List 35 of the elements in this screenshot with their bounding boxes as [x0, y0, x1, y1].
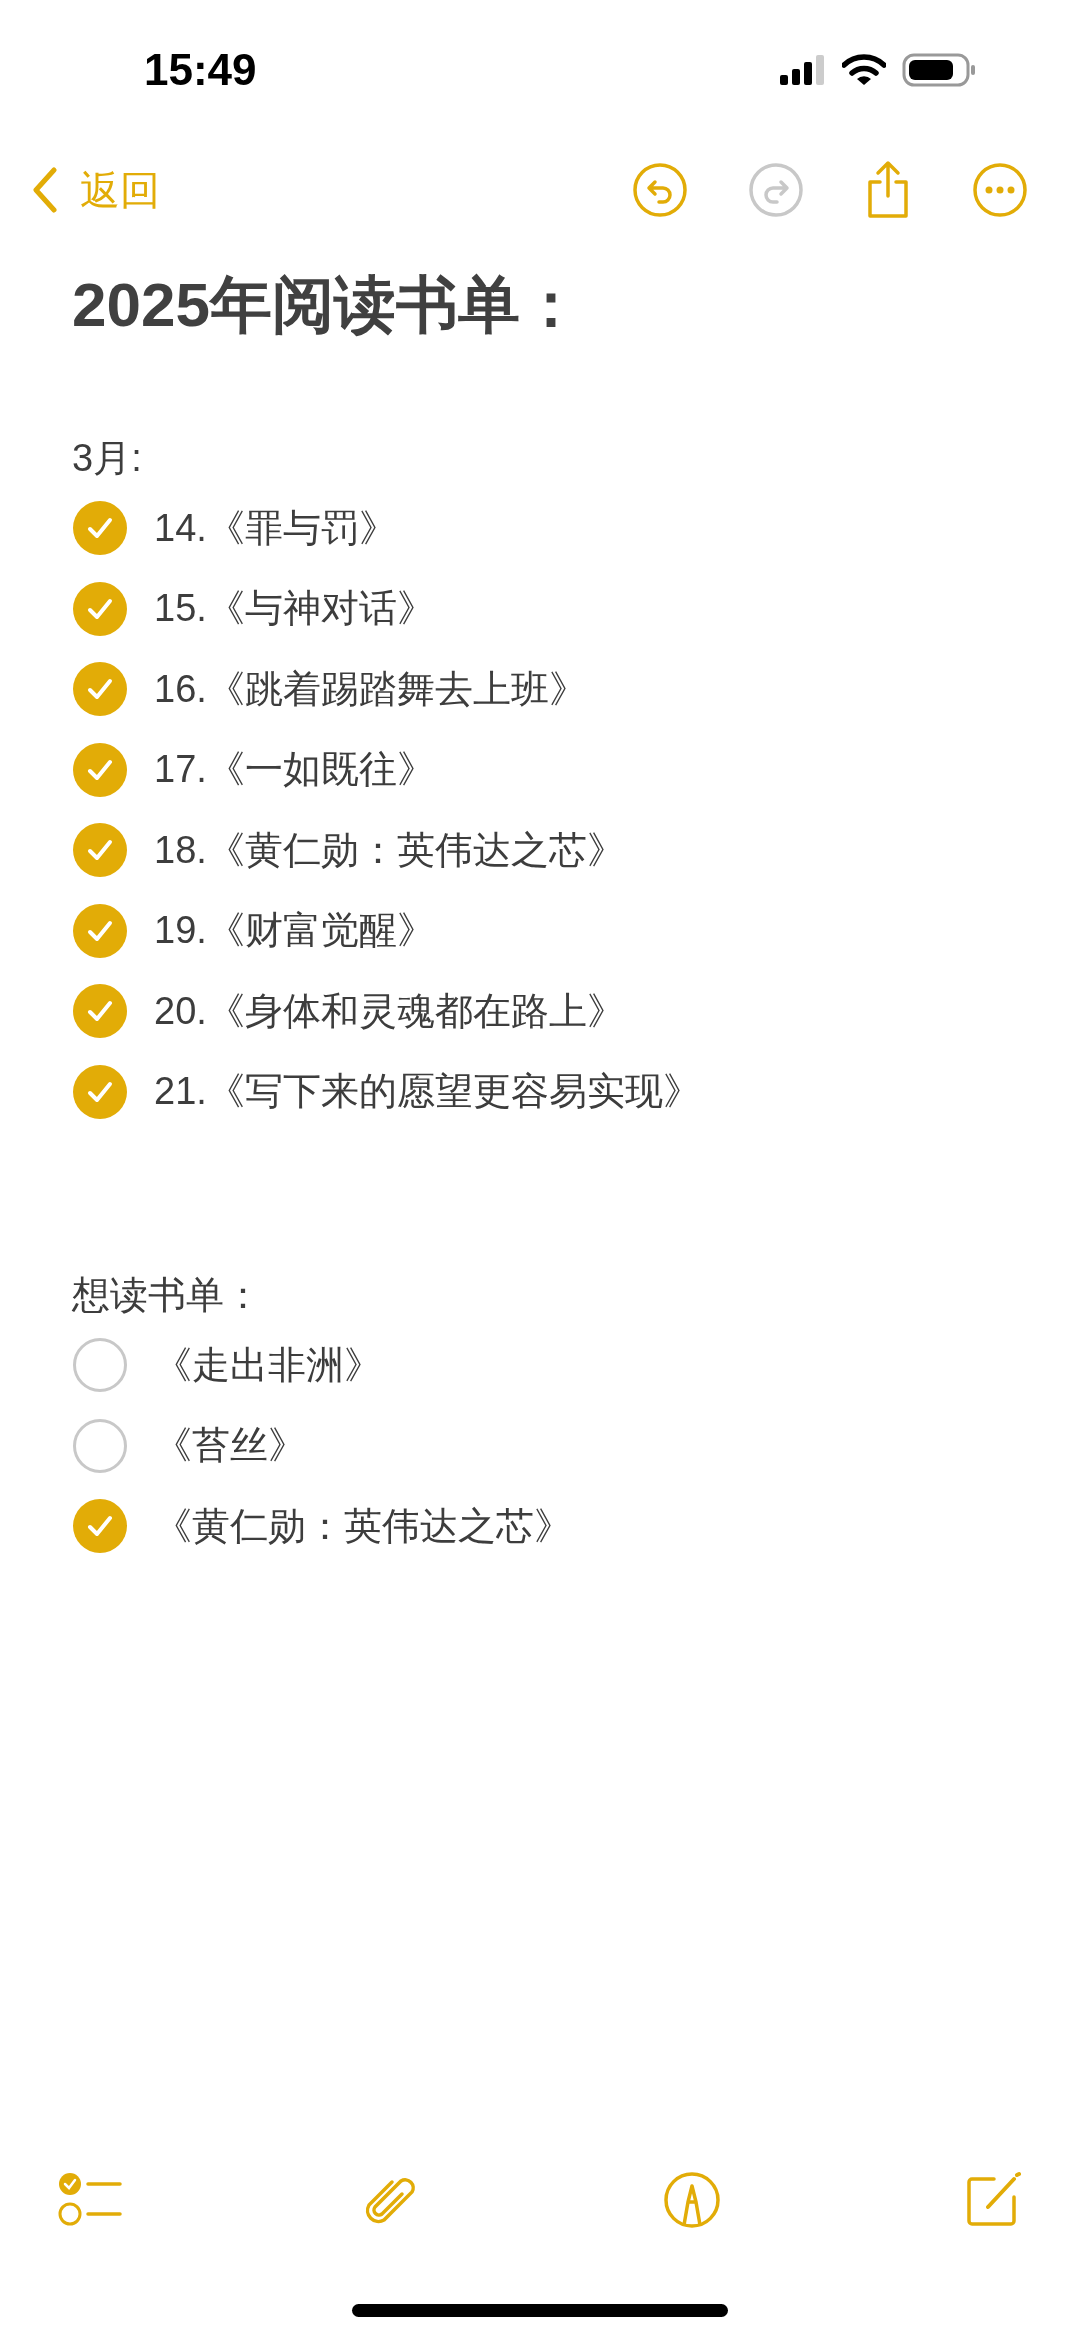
checklist-checkbox[interactable]: [72, 580, 128, 637]
checklist-item-text: 19.《财富觉醒》: [154, 908, 435, 954]
checklist-item-text: 20.《身体和灵魂都在路上》: [154, 988, 625, 1034]
checklist-checkbox[interactable]: [72, 741, 128, 798]
signal-icon: [780, 55, 826, 85]
checklist-item-text: 16.《跳着踢踏舞去上班》: [154, 666, 587, 712]
checklist-item-text: 15.《与神对话》: [154, 586, 435, 632]
back-button[interactable]: 返回: [32, 162, 160, 218]
checklist-item-text: 《黄仁勋：英伟达之芯》: [154, 1503, 572, 1549]
section-heading: 3月:: [72, 435, 143, 481]
note-title: 2025年阅读书单：: [71, 269, 583, 341]
status-time: 15:49: [144, 45, 257, 95]
checklist-checkbox[interactable]: [72, 1337, 128, 1394]
checklist-checkbox[interactable]: [72, 661, 128, 718]
wifi-icon: [842, 54, 886, 86]
checklist-checkbox[interactable]: [72, 902, 128, 959]
checklist-item-text: 18.《黄仁勋：英伟达之芯》: [154, 827, 625, 873]
compose-icon[interactable]: [964, 2171, 1022, 2229]
section-heading: 想读书单：: [72, 1272, 263, 1318]
battery-icon: [902, 53, 976, 87]
undo-icon[interactable]: [632, 162, 688, 218]
checklist-item-text: 《走出非洲》: [154, 1342, 382, 1388]
checklist-item-text: 《苔丝》: [154, 1423, 306, 1469]
checklist-item-text: 17.《一如既往》: [154, 747, 435, 793]
more-icon[interactable]: [972, 162, 1028, 218]
checklist-item-text: 21.《写下来的愿望更容易实现》: [154, 1069, 701, 1115]
checklist-checkbox[interactable]: [72, 1063, 128, 1120]
checklist-checkbox[interactable]: [72, 1417, 128, 1474]
checklist-checkbox[interactable]: [72, 983, 128, 1040]
checklist-checkbox[interactable]: [72, 500, 128, 557]
checklist-checkbox[interactable]: [72, 1498, 128, 1555]
markup-pen-icon[interactable]: [662, 2170, 722, 2230]
checklist-checkbox[interactable]: [72, 822, 128, 879]
checklist-item-text: 14.《罪与罚》: [154, 505, 397, 551]
chevron-icon: [32, 167, 58, 213]
